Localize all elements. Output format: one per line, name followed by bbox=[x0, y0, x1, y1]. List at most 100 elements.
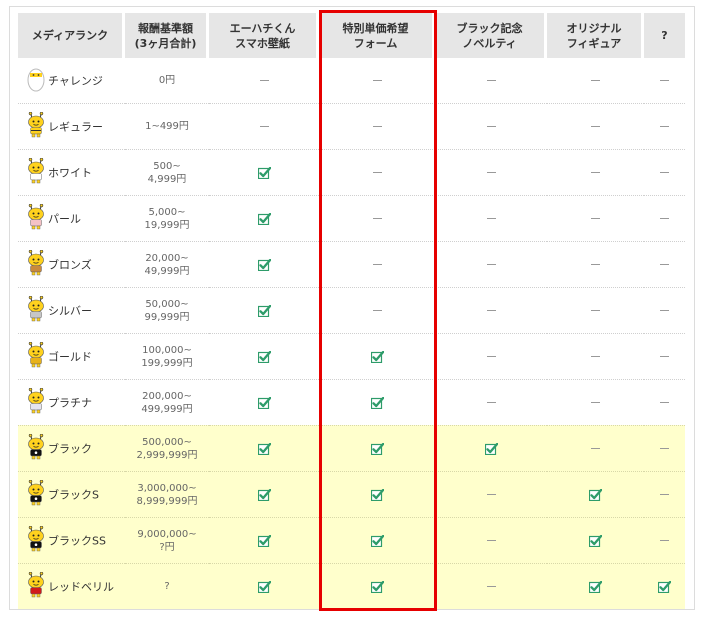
rank-name: チャレンジ bbox=[48, 74, 103, 88]
checkbox-check-icon bbox=[257, 442, 271, 455]
rank-name: ブラック bbox=[48, 442, 92, 456]
dash-icon bbox=[486, 493, 496, 495]
q-cell bbox=[644, 563, 685, 609]
form-cell bbox=[319, 425, 435, 471]
checkbox-check-icon bbox=[589, 534, 602, 547]
reward-base-cell: 500,000~ 2,999,999円 bbox=[125, 425, 209, 471]
checkbox-check-icon bbox=[370, 580, 384, 593]
form-cell bbox=[319, 333, 435, 379]
bee-mascot-icon bbox=[26, 66, 46, 95]
dash-icon bbox=[660, 447, 669, 449]
header-original-figure: オリジナル フィギュア bbox=[547, 13, 644, 58]
rank-cell: ホワイト bbox=[18, 149, 125, 195]
dash-icon bbox=[486, 79, 496, 81]
table-row: レッドベリル? bbox=[18, 563, 685, 609]
bee-mascot-icon bbox=[26, 433, 46, 463]
reward-base-cell: 1~499円 bbox=[125, 103, 209, 149]
wallpaper-cell bbox=[209, 517, 319, 563]
table-row: ブラック 500,000~ 2,999,999円 bbox=[18, 425, 685, 471]
novelty-cell bbox=[435, 563, 547, 609]
checkbox-check-icon bbox=[257, 212, 271, 225]
rank-cell: ブロンズ bbox=[18, 241, 125, 287]
table-row: ブラックS 3,000,000~ 8,999,999円 bbox=[18, 471, 685, 517]
dash-icon bbox=[660, 79, 669, 81]
form-cell bbox=[319, 195, 435, 241]
wallpaper-cell bbox=[209, 333, 319, 379]
form-cell bbox=[319, 563, 435, 609]
dash-icon bbox=[259, 125, 269, 127]
wallpaper-cell bbox=[209, 471, 319, 517]
q-cell bbox=[644, 333, 685, 379]
dash-icon bbox=[486, 355, 496, 357]
checkbox-check-icon bbox=[370, 396, 384, 409]
form-cell bbox=[319, 379, 435, 425]
novelty-cell bbox=[435, 425, 547, 471]
figure-cell bbox=[547, 241, 644, 287]
form-cell bbox=[319, 58, 435, 103]
form-cell bbox=[319, 241, 435, 287]
novelty-cell bbox=[435, 149, 547, 195]
wallpaper-cell bbox=[209, 379, 319, 425]
dash-icon bbox=[660, 401, 669, 403]
novelty-cell bbox=[435, 287, 547, 333]
bee-mascot-icon bbox=[26, 111, 46, 141]
figure-cell bbox=[547, 517, 644, 563]
figure-cell bbox=[547, 563, 644, 609]
header-wallpaper: エーハチくん スマホ壁紙 bbox=[209, 13, 319, 58]
checkbox-check-icon bbox=[257, 396, 271, 409]
table-row: ゴールド 100,000~ 199,999円 bbox=[18, 333, 685, 379]
dash-icon bbox=[591, 309, 600, 311]
wallpaper-cell bbox=[209, 287, 319, 333]
checkbox-check-icon bbox=[257, 350, 271, 363]
table-row: プラチナ 200,000~ 499,999円 bbox=[18, 379, 685, 425]
dash-icon bbox=[259, 79, 269, 81]
q-cell bbox=[644, 379, 685, 425]
checkbox-check-icon bbox=[589, 580, 602, 593]
checkbox-check-icon bbox=[370, 442, 384, 455]
dash-icon bbox=[591, 79, 600, 81]
media-rank-table: メディアランク 報酬基準額 (3ヶ月合計) エーハチくん スマホ壁紙 特別単価希… bbox=[18, 13, 685, 609]
dash-icon bbox=[660, 539, 669, 541]
q-cell bbox=[644, 149, 685, 195]
dash-icon bbox=[660, 171, 669, 173]
bee-mascot-icon bbox=[26, 157, 46, 187]
novelty-cell bbox=[435, 58, 547, 103]
dash-icon bbox=[591, 401, 600, 403]
rank-cell: シルバー bbox=[18, 287, 125, 333]
novelty-cell bbox=[435, 379, 547, 425]
dash-icon bbox=[660, 309, 669, 311]
form-cell bbox=[319, 287, 435, 333]
dash-icon bbox=[591, 355, 600, 357]
table-row: ブラックSS 9,000,000~ ?円 bbox=[18, 517, 685, 563]
bee-mascot-icon bbox=[26, 387, 46, 417]
rank-cell: ブラックS bbox=[18, 471, 125, 517]
checkbox-check-icon bbox=[257, 488, 271, 501]
figure-cell bbox=[547, 287, 644, 333]
dash-icon bbox=[660, 493, 669, 495]
rank-name: パール bbox=[48, 212, 81, 226]
dash-icon bbox=[486, 309, 496, 311]
bee-mascot-icon bbox=[26, 479, 46, 509]
table-row: パール 5,000~ 19,999円 bbox=[18, 195, 685, 241]
wallpaper-cell bbox=[209, 58, 319, 103]
figure-cell bbox=[547, 103, 644, 149]
dash-icon bbox=[372, 125, 382, 127]
wallpaper-cell bbox=[209, 241, 319, 287]
q-cell bbox=[644, 287, 685, 333]
dash-icon bbox=[660, 217, 669, 219]
bee-mascot-icon bbox=[26, 295, 46, 325]
rank-name: ブラックS bbox=[48, 488, 99, 502]
figure-cell bbox=[547, 333, 644, 379]
figure-cell bbox=[547, 425, 644, 471]
figure-cell bbox=[547, 471, 644, 517]
rank-name: レッドベリル bbox=[48, 580, 114, 594]
wallpaper-cell bbox=[209, 563, 319, 609]
table-row: チャレンジ 0円 bbox=[18, 58, 685, 103]
reward-base-cell: 20,000~ 49,999円 bbox=[125, 241, 209, 287]
rank-cell: プラチナ bbox=[18, 379, 125, 425]
rank-name: ブロンズ bbox=[48, 258, 92, 272]
reward-base-cell: 100,000~ 199,999円 bbox=[125, 333, 209, 379]
header-special-rate-form: 特別単価希望 フォーム bbox=[319, 13, 435, 58]
reward-base-cell: 0円 bbox=[158, 75, 176, 86]
checkbox-check-icon bbox=[257, 166, 271, 179]
